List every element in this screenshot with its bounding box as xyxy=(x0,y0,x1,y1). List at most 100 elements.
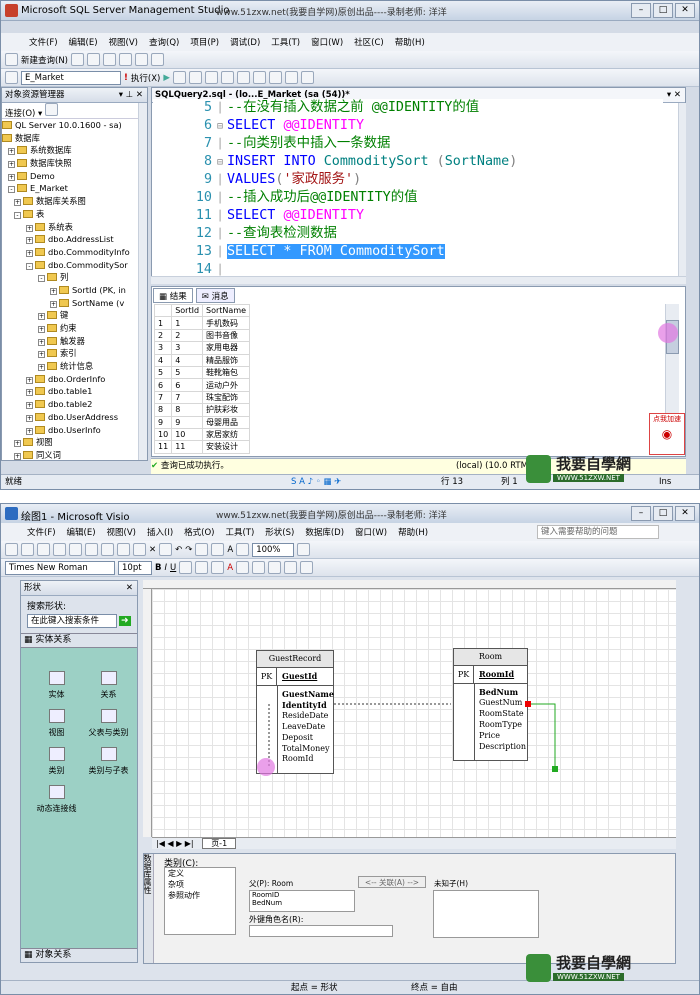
menu-item[interactable]: 编辑(E) xyxy=(69,36,98,48)
menu-item[interactable]: 社区(C) xyxy=(354,36,384,48)
code-line[interactable]: 12 │ --查询表检测数据 xyxy=(153,225,337,243)
tree-node[interactable]: + 视图 xyxy=(2,436,147,449)
fold-marker[interactable]: │ xyxy=(213,136,227,154)
table-row[interactable]: 4 4 精品服饰 xyxy=(153,353,251,367)
table-cell[interactable]: 4 xyxy=(171,353,204,367)
tree-node[interactable]: + SortName (v xyxy=(2,297,147,310)
results-grid[interactable]: SortId SortName 1 1 手机数码 2 2 图书音像 3 3 家用电器 4 4 精品服饰 5 5… xyxy=(153,303,251,454)
row-number[interactable]: 4 xyxy=(153,353,173,367)
results-file-icon[interactable] xyxy=(252,71,266,84)
table-cell[interactable]: 8 xyxy=(171,403,204,417)
code-line[interactable]: 8 ⊟ INSERT INTO CommoditySort (SortName) xyxy=(153,153,517,171)
table-cell[interactable]: 家用电器 xyxy=(202,341,251,355)
table-cell[interactable]: 10 xyxy=(171,427,204,442)
expand-icon[interactable]: + xyxy=(26,389,33,397)
tree-node[interactable]: + dbo.AddressList xyxy=(2,233,147,246)
expand-icon[interactable]: + xyxy=(26,427,33,435)
tree-node[interactable]: -表 xyxy=(2,208,147,221)
menu-item[interactable]: 视图(V) xyxy=(109,36,138,48)
expand-icon[interactable]: + xyxy=(38,364,45,372)
column-header[interactable]: SortName xyxy=(202,303,251,318)
tree-node[interactable]: + 系统数据库 xyxy=(2,144,147,157)
code-line[interactable]: 14 │ xyxy=(153,261,227,276)
expand-icon[interactable]: + xyxy=(38,351,45,359)
row-number[interactable]: 6 xyxy=(153,378,173,392)
code-line[interactable]: 13 │ SELECT * FROM CommoditySort xyxy=(153,243,445,261)
editor-vscroll[interactable] xyxy=(678,103,686,276)
child-keys-list[interactable] xyxy=(433,890,539,938)
fold-marker[interactable]: │ xyxy=(213,100,227,118)
pin-close-icons[interactable]: ▾ ⊥ ✕ xyxy=(119,88,143,102)
expand-icon[interactable]: + xyxy=(26,224,33,232)
tree-node[interactable]: + 键 xyxy=(2,309,147,322)
row-number[interactable]: 5 xyxy=(153,365,173,380)
tree-node[interactable]: + dbo.table1 xyxy=(2,385,147,398)
row-number[interactable]: 1 xyxy=(153,316,173,330)
menu-item[interactable]: 调试(D) xyxy=(230,36,260,48)
indent-icon[interactable] xyxy=(300,71,314,84)
expand-icon[interactable]: + xyxy=(14,440,21,448)
messages-tab[interactable]: ✉ 消息 xyxy=(195,288,235,303)
table-cell[interactable]: 母婴用品 xyxy=(202,415,251,429)
maximize-button[interactable]: □ xyxy=(653,3,673,18)
page-nav-icons[interactable]: |◀ ◀ ▶ ▶| xyxy=(152,839,194,848)
explorer-scrollbar[interactable] xyxy=(138,103,147,460)
tree-node[interactable]: + Demo xyxy=(2,170,147,183)
activity-icon[interactable] xyxy=(151,53,164,66)
associate-button[interactable]: <-- 关联(A) --> xyxy=(358,876,426,888)
tree-node[interactable]: 数据库 xyxy=(2,132,147,145)
table-row[interactable]: 8 8 护肤彩妆 xyxy=(153,403,251,417)
tree-node[interactable]: + dbo.table2 xyxy=(2,398,147,411)
plan-icon[interactable] xyxy=(204,71,218,84)
table-cell[interactable]: 7 xyxy=(171,390,204,405)
tree-node[interactable]: + 数据库快照 xyxy=(2,157,147,170)
tree-node[interactable]: + 统计信息 xyxy=(2,360,147,373)
expand-icon[interactable]: - xyxy=(8,186,15,194)
page-tab[interactable]: 页-1 xyxy=(202,838,237,849)
code-line[interactable]: 9 │ VALUES('家政服务') xyxy=(153,171,361,189)
tree-node[interactable]: + 触发器 xyxy=(2,335,147,348)
expand-icon[interactable]: + xyxy=(50,300,57,308)
stop-icon[interactable] xyxy=(172,71,186,84)
new-query-icon[interactable] xyxy=(5,53,18,66)
parent-key-item[interactable]: BedNum xyxy=(252,899,354,907)
code-line[interactable]: 6 ⊟ SELECT @@IDENTITY xyxy=(153,117,364,135)
expand-icon[interactable]: + xyxy=(38,338,45,346)
table-cell[interactable]: 家居家纺 xyxy=(202,427,251,442)
table-cell[interactable]: 11 xyxy=(171,440,204,454)
parent-keys-list[interactable]: RoomID BedNum xyxy=(249,890,355,912)
tree-node[interactable]: + dbo.UserAddress xyxy=(2,411,147,424)
category-item[interactable]: 定义 xyxy=(165,868,235,879)
tree-node[interactable]: + dbo.UserInfo xyxy=(2,424,147,437)
copy-icon[interactable] xyxy=(119,53,132,66)
fold-marker[interactable]: ⊟ xyxy=(213,154,227,172)
results-text-icon[interactable] xyxy=(236,71,250,84)
expand-icon[interactable]: + xyxy=(26,376,33,384)
tree-node[interactable]: + dbo.CommodityInfo xyxy=(2,246,147,259)
row-number[interactable]: 7 xyxy=(153,390,173,405)
row-number[interactable]: 9 xyxy=(153,415,173,429)
save-icon[interactable] xyxy=(87,53,100,66)
category-item[interactable]: 杂项 xyxy=(165,879,235,890)
fold-marker[interactable]: ⊟ xyxy=(213,118,227,136)
menu-item[interactable]: 文件(F) xyxy=(29,36,58,48)
menu-item[interactable]: 帮助(H) xyxy=(395,36,425,48)
save-all-icon[interactable] xyxy=(103,53,116,66)
expand-icon[interactable]: + xyxy=(8,173,15,181)
execute-icon[interactable]: ! xyxy=(124,73,128,83)
menu-item[interactable]: 工具(T) xyxy=(271,36,300,48)
tree-node[interactable]: + 数据库关系图 xyxy=(2,195,147,208)
expand-icon[interactable]: + xyxy=(38,313,45,321)
editor-hscroll[interactable] xyxy=(151,276,686,284)
table-cell[interactable]: 9 xyxy=(171,415,204,429)
expand-icon[interactable]: + xyxy=(8,148,15,156)
column-header[interactable]: SortId xyxy=(171,303,204,318)
tree-node[interactable]: + 索引 xyxy=(2,347,147,360)
connect-button[interactable]: 连接(O) xyxy=(5,109,35,119)
menu-item[interactable]: 窗口(W) xyxy=(311,36,343,48)
expand-icon[interactable]: - xyxy=(14,211,21,219)
menu-item[interactable]: 查询(Q) xyxy=(149,36,179,48)
table-row[interactable]: 1 1 手机数码 xyxy=(153,316,251,330)
code-line[interactable]: 5 │ --在没有插入数据之前 @@IDENTITY的值 xyxy=(153,99,479,117)
table-cell[interactable]: 手机数码 xyxy=(202,316,251,330)
